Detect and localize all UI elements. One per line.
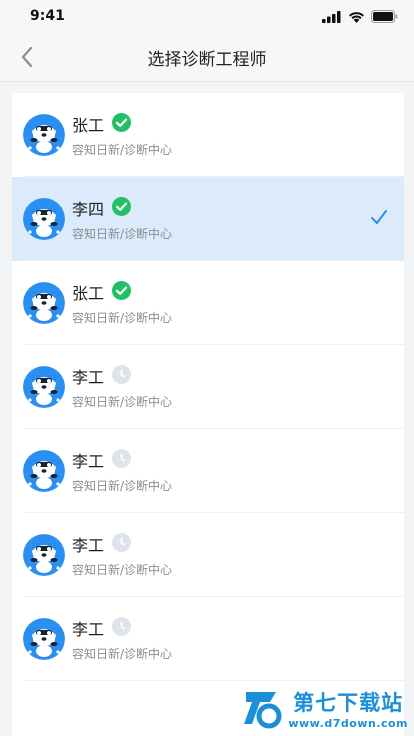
avatar: [23, 450, 65, 492]
engineer-name: 张工: [72, 116, 105, 135]
avatar: [23, 534, 65, 576]
nav-bar: 选择诊断工程师: [0, 32, 414, 82]
page-title: 选择诊断工程师: [147, 50, 267, 70]
avatar: [23, 618, 65, 660]
avatar: [23, 198, 65, 240]
engineer-department: 容知日新/诊断中心: [72, 563, 173, 577]
avatar: [23, 366, 65, 408]
pending-clock-icon: [112, 533, 131, 552]
watermark-url: www.d7down.com: [288, 717, 408, 730]
engineer-list-item[interactable]: 李工容知日新/诊断中心: [12, 513, 404, 597]
engineer-name: 李工: [72, 452, 105, 471]
engineer-list-item[interactable]: 李工容知日新/诊断中心: [12, 597, 404, 681]
engineer-department: 容知日新/诊断中心: [72, 647, 173, 661]
wifi-icon: [349, 11, 364, 23]
engineer-name: 李工: [72, 536, 105, 555]
engineer-name: 李四: [72, 200, 105, 219]
pending-clock-icon: [112, 449, 131, 468]
watermark-logo-icon: [244, 692, 282, 729]
watermark: 第七下载站 www.d7down.com: [240, 686, 408, 730]
verified-check-icon: [112, 281, 131, 300]
engineer-name: 李工: [72, 368, 105, 387]
avatar: [23, 282, 65, 324]
engineer-department: 容知日新/诊断中心: [72, 143, 173, 157]
pending-clock-icon: [112, 365, 131, 384]
status-time: 9:41: [30, 8, 65, 24]
signal-icon: [322, 10, 341, 23]
battery-icon: [371, 10, 398, 23]
engineer-list-item[interactable]: 李工容知日新/诊断中心: [12, 345, 404, 429]
engineer-department: 容知日新/诊断中心: [72, 227, 173, 241]
status-icons: [322, 10, 398, 23]
engineer-department: 容知日新/诊断中心: [72, 311, 173, 325]
engineer-list-item[interactable]: 李工容知日新/诊断中心: [12, 429, 404, 513]
verified-check-icon: [112, 197, 131, 216]
engineer-name: 张工: [72, 284, 105, 303]
pending-clock-icon: [112, 617, 131, 636]
engineer-name: 李工: [72, 620, 105, 639]
engineer-list: 张工 容知日新/诊断中心 李四 容知日新/诊断中心 张工 容知日新/诊断中心 李工 容知日新/…: [12, 93, 404, 736]
divider: [24, 680, 404, 681]
engineer-department: 容知日新/诊断中心: [72, 395, 173, 409]
check-icon: [371, 210, 387, 224]
engineer-list-item[interactable]: 张工容知日新/诊断中心: [12, 93, 404, 177]
avatar: [23, 114, 65, 156]
engineer-department: 容知日新/诊断中心: [72, 479, 173, 493]
engineer-list-item[interactable]: 李四容知日新/诊断中心: [12, 177, 404, 261]
status-bar: 9:41: [0, 0, 414, 32]
verified-check-icon: [112, 113, 131, 132]
watermark-title: 第七下载站: [293, 691, 404, 715]
engineer-list-item[interactable]: 张工容知日新/诊断中心: [12, 261, 404, 345]
